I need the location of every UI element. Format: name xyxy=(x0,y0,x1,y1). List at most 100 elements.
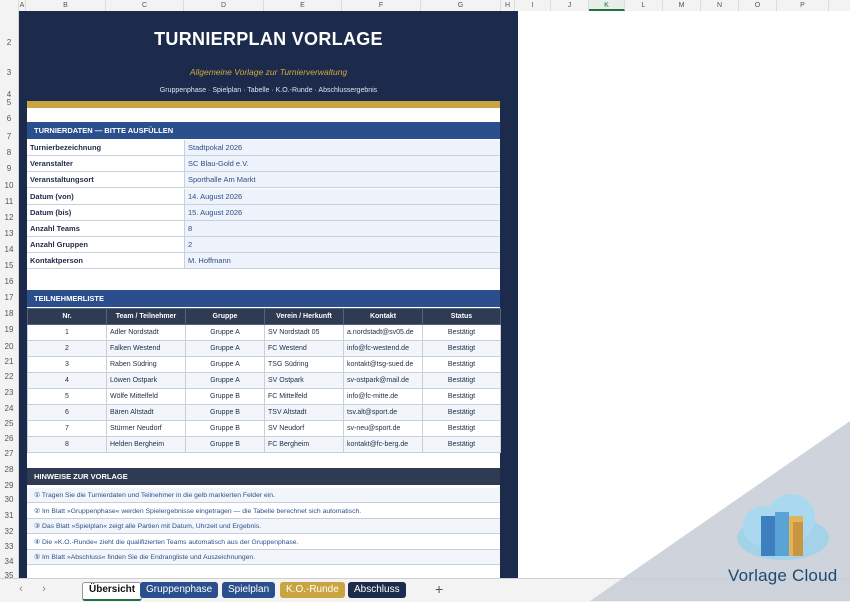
table-cell[interactable]: Gruppe A xyxy=(185,372,265,389)
column-header[interactable]: K xyxy=(589,0,625,11)
row-header[interactable]: 15 xyxy=(0,261,18,270)
table-cell[interactable]: Gruppe A xyxy=(185,324,265,341)
table-cell[interactable]: Raben Südring xyxy=(106,356,186,373)
row-header[interactable]: 22 xyxy=(0,372,18,381)
row-header[interactable]: 5 xyxy=(0,98,18,107)
column-header[interactable]: M xyxy=(663,0,701,11)
table-cell[interactable]: Falken Westend xyxy=(106,340,186,357)
table-cell[interactable]: Gruppe A xyxy=(185,340,265,357)
table-cell[interactable]: Bestätigt xyxy=(422,372,501,389)
form-value-cell[interactable]: 2 xyxy=(185,237,500,253)
row-header[interactable]: 19 xyxy=(0,325,18,334)
row-header[interactable]: 24 xyxy=(0,404,18,413)
column-header[interactable]: E xyxy=(264,0,342,11)
form-value-cell[interactable]: M. Hoffmann xyxy=(185,253,500,269)
table-cell[interactable]: SV Neudorf xyxy=(264,420,344,437)
table-cell[interactable]: 3 xyxy=(27,356,107,373)
tab-scroll-left-icon[interactable]: ‹ xyxy=(14,583,28,595)
table-cell[interactable]: Wölfe Mittelfeld xyxy=(106,388,186,405)
table-cell[interactable]: info@fc-westend.de xyxy=(343,340,423,357)
table-cell[interactable]: Bestätigt xyxy=(422,404,501,421)
row-header[interactable]: 25 xyxy=(0,419,18,428)
row-header[interactable]: 35 xyxy=(0,571,18,578)
tab-scroll-right-icon[interactable]: › xyxy=(37,583,51,595)
sheet-tab[interactable]: K.O.-Runde xyxy=(280,582,345,598)
table-cell[interactable]: SV Nordstadt 05 xyxy=(264,324,344,341)
row-header[interactable]: 33 xyxy=(0,542,18,551)
sheet-tab[interactable]: Spielplan xyxy=(222,582,276,598)
row-header[interactable]: 10 xyxy=(0,181,18,190)
row-header[interactable]: 34 xyxy=(0,557,18,566)
table-cell[interactable]: Bären Altstadt xyxy=(106,404,186,421)
row-header[interactable]: 29 xyxy=(0,481,18,490)
row-header[interactable]: 11 xyxy=(0,197,18,206)
row-header[interactable]: 30 xyxy=(0,495,18,504)
row-header[interactable]: 6 xyxy=(0,114,18,123)
table-cell[interactable]: FC Mittelfeld xyxy=(264,388,344,405)
table-cell[interactable]: SV Ostpark xyxy=(264,372,344,389)
table-cell[interactable]: 1 xyxy=(27,324,107,341)
table-cell[interactable]: kontakt@tsg-sued.de xyxy=(343,356,423,373)
column-header[interactable]: A xyxy=(19,0,26,11)
table-cell[interactable]: Bestätigt xyxy=(422,436,501,453)
table-cell[interactable]: 6 xyxy=(27,404,107,421)
column-header[interactable]: N xyxy=(701,0,739,11)
table-cell[interactable]: TSG Südring xyxy=(264,356,344,373)
table-cell[interactable]: Gruppe B xyxy=(185,388,265,405)
row-header[interactable]: 2 xyxy=(0,38,18,47)
form-value-cell[interactable]: SC Blau-Gold e.V. xyxy=(185,156,500,172)
column-header[interactable]: C xyxy=(106,0,184,11)
column-header[interactable]: L xyxy=(625,0,663,11)
table-cell[interactable]: Gruppe A xyxy=(185,356,265,373)
table-cell[interactable]: Adler Nordstadt xyxy=(106,324,186,341)
column-header[interactable]: D xyxy=(184,0,264,11)
row-header[interactable]: 18 xyxy=(0,309,18,318)
column-header[interactable]: G xyxy=(421,0,501,11)
table-cell[interactable]: Bestätigt xyxy=(422,388,501,405)
form-value-cell[interactable]: 14. August 2026 xyxy=(185,188,500,204)
column-header[interactable]: P xyxy=(777,0,829,11)
sheet-tab[interactable]: Gruppenphase xyxy=(140,582,219,598)
row-header[interactable]: 7 xyxy=(0,132,18,141)
row-header[interactable]: 9 xyxy=(0,164,18,173)
form-value-cell[interactable]: Sporthalle Am Markt xyxy=(185,172,500,188)
table-cell[interactable]: Helden Bergheim xyxy=(106,436,186,453)
column-header[interactable]: F xyxy=(342,0,421,11)
table-cell[interactable]: 2 xyxy=(27,340,107,357)
table-cell[interactable]: kontakt@fc-berg.de xyxy=(343,436,423,453)
table-cell[interactable]: Bestätigt xyxy=(422,420,501,437)
row-header[interactable]: 32 xyxy=(0,527,18,536)
table-cell[interactable]: TSV Altstadt xyxy=(264,404,344,421)
table-cell[interactable]: 5 xyxy=(27,388,107,405)
row-header[interactable]: 26 xyxy=(0,434,18,443)
table-cell[interactable]: FC Bergheim xyxy=(264,436,344,453)
row-header[interactable]: 16 xyxy=(0,277,18,286)
table-cell[interactable]: 4 xyxy=(27,372,107,389)
add-sheet-icon[interactable]: + xyxy=(435,581,443,597)
form-value-cell[interactable]: 8 xyxy=(185,221,500,236)
table-cell[interactable]: Gruppe B xyxy=(185,420,265,437)
column-header[interactable]: J xyxy=(551,0,589,11)
table-cell[interactable]: Bestätigt xyxy=(422,324,501,341)
table-cell[interactable]: Stürmer Neudorf xyxy=(106,420,186,437)
row-header[interactable]: 31 xyxy=(0,511,18,520)
table-cell[interactable]: 7 xyxy=(27,420,107,437)
row-header[interactable]: 17 xyxy=(0,293,18,302)
table-cell[interactable]: FC Westend xyxy=(264,340,344,357)
table-cell[interactable]: info@fc-mitte.de xyxy=(343,388,423,405)
table-cell[interactable]: Gruppe B xyxy=(185,436,265,453)
table-cell[interactable]: sv-neu@sport.de xyxy=(343,420,423,437)
column-header[interactable]: I xyxy=(515,0,551,11)
form-value-cell[interactable]: Stadtpokal 2026 xyxy=(185,140,500,155)
table-cell[interactable]: Bestätigt xyxy=(422,340,501,357)
row-header[interactable]: 14 xyxy=(0,245,18,254)
row-header[interactable]: 13 xyxy=(0,229,18,238)
table-cell[interactable]: sv-ostpark@mail.de xyxy=(343,372,423,389)
row-header[interactable]: 3 xyxy=(0,68,18,77)
table-cell[interactable]: Bestätigt xyxy=(422,356,501,373)
column-header[interactable]: O xyxy=(739,0,777,11)
row-header[interactable]: 21 xyxy=(0,357,18,366)
row-header[interactable]: 27 xyxy=(0,449,18,458)
row-header[interactable]: 20 xyxy=(0,342,18,351)
row-header[interactable]: 23 xyxy=(0,388,18,397)
